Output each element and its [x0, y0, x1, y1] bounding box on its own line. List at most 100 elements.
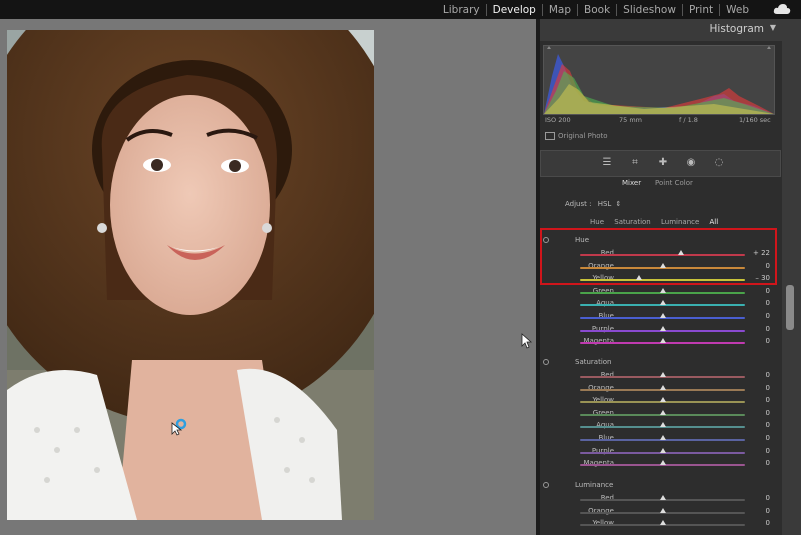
slider-handle[interactable] — [659, 313, 666, 318]
section-title-luminance[interactable]: Luminance — [543, 481, 613, 489]
mode-saturation[interactable]: Saturation — [614, 218, 651, 226]
slider-value[interactable]: 0 — [766, 396, 770, 404]
module-slideshow[interactable]: Slideshow — [616, 3, 682, 16]
crop-icon[interactable]: ⌗ — [629, 157, 641, 169]
annotation-highlight-box — [540, 228, 777, 285]
panel-scrollbar[interactable] — [782, 19, 801, 535]
slider-value[interactable]: 0 — [766, 337, 770, 345]
slider-handle[interactable] — [659, 300, 666, 306]
slider-row-saturation-green: Green 0 — [540, 409, 780, 421]
module-web[interactable]: Web — [719, 3, 755, 16]
slider-handle[interactable] — [659, 338, 666, 344]
module-picker: Library Develop Map Book Slideshow Print… — [437, 0, 755, 19]
slider-value[interactable]: 0 — [766, 459, 770, 467]
slider-value[interactable]: 0 — [766, 299, 770, 307]
mouse-pointer-icon — [521, 333, 533, 349]
slider-row-saturation-orange: Orange 0 — [540, 384, 780, 396]
slider-handle[interactable] — [659, 325, 666, 331]
module-map[interactable]: Map — [541, 3, 577, 16]
slider-handle[interactable] — [659, 520, 666, 526]
slider-value[interactable]: 0 — [766, 519, 770, 527]
target-adjust-icon[interactable] — [543, 359, 549, 365]
original-photo-label: Original Photo — [558, 132, 608, 140]
slider-handle[interactable] — [659, 507, 666, 513]
slider-handle[interactable] — [659, 409, 666, 415]
mode-all[interactable]: All — [710, 218, 719, 226]
histogram-title: Histogram — [709, 23, 764, 35]
slider-value[interactable]: 0 — [766, 507, 770, 515]
select-arrows-icon[interactable]: ⇕ — [616, 200, 622, 208]
slider-value[interactable]: 0 — [766, 421, 770, 429]
tab-point-color[interactable]: Point Color — [655, 179, 693, 187]
tool-strip: ☰ ⌗ ✚ ◉ ◌ — [540, 150, 781, 177]
mode-hue[interactable]: Hue — [590, 218, 604, 226]
slider-handle[interactable] — [659, 384, 666, 390]
slider-row-hue-blue: Blue 0 — [540, 312, 780, 324]
slider-row-saturation-purple: Purple 0 — [540, 447, 780, 459]
slider-value[interactable]: 0 — [766, 312, 770, 320]
slider-handle[interactable] — [659, 397, 666, 403]
histogram-header[interactable]: Histogram ▼ — [540, 19, 782, 41]
slider-handle[interactable] — [659, 447, 666, 453]
original-photo-checkbox-icon[interactable] — [545, 132, 555, 140]
section-title-saturation[interactable]: Saturation — [543, 358, 612, 366]
slider-row-hue-magenta: Magenta 0 — [540, 337, 780, 349]
exif-aperture: f / 1.8 — [679, 116, 698, 124]
collapse-triangle-icon[interactable]: ▼ — [770, 23, 776, 32]
slider-value[interactable]: 0 — [766, 494, 770, 502]
scrollbar-thumb[interactable] — [786, 285, 794, 330]
healing-icon[interactable]: ✚ — [657, 157, 669, 169]
slider-handle[interactable] — [659, 287, 666, 293]
slider-handle[interactable] — [659, 372, 666, 377]
slider-row-luminance-orange: Orange 0 — [540, 507, 780, 519]
slider-value[interactable]: 0 — [766, 371, 770, 379]
module-develop[interactable]: Develop — [485, 3, 542, 16]
slider-value[interactable]: 0 — [766, 409, 770, 417]
edit-sliders-icon[interactable]: ☰ — [601, 157, 613, 169]
original-photo-toggle[interactable]: Original Photo — [545, 132, 608, 140]
module-bar: Library Develop Map Book Slideshow Print… — [0, 0, 801, 19]
slider-row-saturation-magenta: Magenta 0 — [540, 459, 780, 471]
slider-label: Aqua — [596, 299, 614, 308]
exif-iso: ISO 200 — [545, 116, 571, 124]
slider-row-saturation-red: Red 0 — [540, 371, 780, 383]
module-library[interactable]: Library — [437, 4, 486, 16]
eyedropper-target-icon — [171, 418, 187, 436]
exif-info: ISO 200 75 mm f / 1.8 1/160 sec — [543, 114, 773, 126]
slider-value[interactable]: 0 — [766, 287, 770, 295]
red-eye-icon[interactable]: ◉ — [685, 157, 697, 169]
module-print[interactable]: Print — [681, 3, 719, 16]
slider-value[interactable]: 0 — [766, 447, 770, 455]
slider-row-saturation-blue: Blue 0 — [540, 434, 780, 446]
slider-row-hue-aqua: Aqua 0 — [540, 299, 780, 311]
exif-focal-length: 75 mm — [619, 116, 643, 124]
slider-row-hue-purple: Purple 0 — [540, 325, 780, 337]
slider-label: Aqua — [596, 421, 614, 430]
masking-icon[interactable]: ◌ — [713, 157, 725, 169]
section-label: Saturation — [575, 358, 612, 366]
mode-luminance[interactable]: Luminance — [661, 218, 699, 226]
section-label: Luminance — [575, 481, 614, 489]
hsl-mode-tabs: Hue Saturation Luminance All — [590, 218, 726, 226]
cloud-sync-icon[interactable] — [773, 3, 791, 15]
slider-value[interactable]: 0 — [766, 384, 770, 392]
slider-row-saturation-aqua: Aqua 0 — [540, 421, 780, 433]
target-adjust-icon[interactable] — [543, 482, 549, 488]
slider-row-hue-green: Green 0 — [540, 287, 780, 299]
slider-handle[interactable] — [659, 460, 666, 466]
adjust-select[interactable]: HSL — [598, 200, 612, 208]
slider-row-luminance-yellow: Yellow 0 — [540, 519, 780, 531]
histogram-graph — [543, 45, 775, 115]
slider-value[interactable]: 0 — [766, 434, 770, 442]
slider-row-luminance-red: Red 0 — [540, 494, 780, 506]
slider-handle[interactable] — [659, 495, 666, 500]
module-book[interactable]: Book — [577, 3, 616, 16]
tab-mixer[interactable]: Mixer — [622, 179, 641, 187]
portrait-photo[interactable] — [7, 30, 374, 520]
slider-value[interactable]: 0 — [766, 325, 770, 333]
slider-handle[interactable] — [659, 435, 666, 440]
slider-handle[interactable] — [659, 422, 666, 428]
adjust-label: Adjust : — [565, 200, 592, 208]
adjust-row: Adjust : HSL ⇕ — [565, 200, 621, 208]
color-mixer-tabs: Mixer Point Color — [540, 178, 780, 190]
